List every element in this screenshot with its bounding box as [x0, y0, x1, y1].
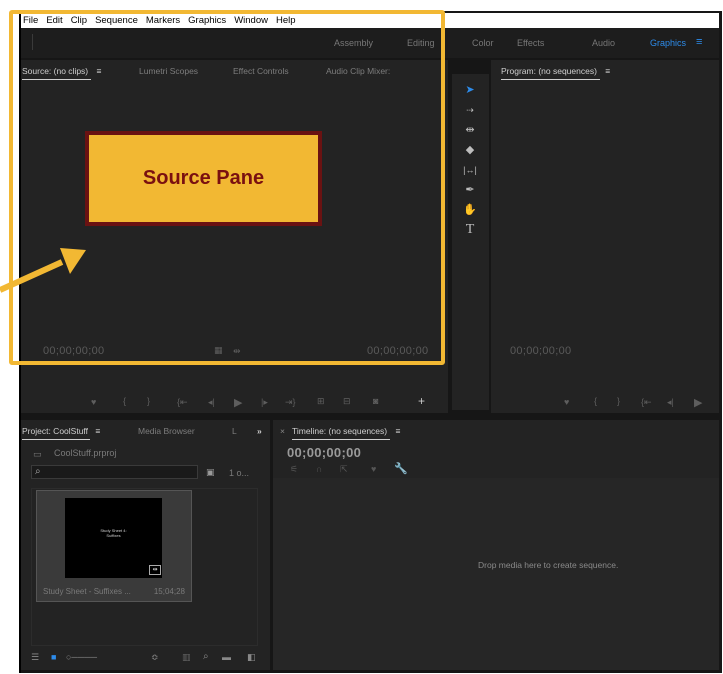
- callout-arrow-icon: [0, 248, 86, 293]
- sort-icon[interactable]: ≎: [151, 652, 159, 663]
- add-button-icon[interactable]: +: [418, 394, 425, 408]
- new-item-icon[interactable]: ◧: [247, 652, 256, 663]
- overwrite-icon[interactable]: ⊟: [343, 396, 351, 407]
- tab-timeline[interactable]: Timeline: (no sequences) ≡: [292, 426, 401, 440]
- workspace-effects[interactable]: Effects: [517, 38, 544, 48]
- export-frame-icon[interactable]: ◙: [373, 396, 378, 406]
- find-icon[interactable]: ⌕: [203, 651, 209, 662]
- program-timecode[interactable]: 00;00;00;00: [510, 345, 571, 357]
- snap-icon[interactable]: ∩: [316, 464, 322, 474]
- timeline-close-icon[interactable]: ×: [280, 426, 285, 436]
- timeline-marker-icon[interactable]: ♥: [371, 464, 376, 474]
- step-forward-icon[interactable]: |▸: [261, 397, 268, 408]
- timeline-timecode[interactable]: 00;00;00;00: [287, 445, 361, 460]
- list-view-icon[interactable]: ☰: [31, 652, 39, 663]
- item-count: 1 o...: [229, 468, 250, 478]
- new-folder-icon[interactable]: ▬: [222, 652, 231, 662]
- workspace-graphics[interactable]: Graphics: [650, 38, 686, 48]
- project-file-name: CoolStuff.prproj: [54, 448, 117, 458]
- new-bin-icon[interactable]: ▣: [206, 467, 215, 478]
- program-step-back-icon[interactable]: ◂|: [667, 397, 674, 408]
- program-mark-in-icon[interactable]: {: [594, 396, 597, 406]
- hand-tool-icon[interactable]: ✋: [462, 202, 478, 218]
- selection-tool-icon[interactable]: ➤: [462, 82, 478, 98]
- program-panel-menu-icon[interactable]: ≡: [605, 66, 610, 76]
- program-add-marker-icon[interactable]: ♥: [564, 397, 569, 407]
- ripple-edit-tool-icon[interactable]: ⇹: [462, 122, 478, 138]
- menu-bar-fill: [446, 13, 719, 28]
- zoom-slider[interactable]: ○────: [66, 652, 97, 662]
- source-pane-callout: Source Pane: [85, 131, 322, 226]
- timeline-panel: × Timeline: (no sequences) ≡ 00;00;00;00…: [273, 420, 719, 670]
- icon-view-icon[interactable]: ■: [51, 652, 56, 662]
- clip-preview-text: Study Sheet 4: Suffixes: [100, 528, 127, 538]
- source-pane-callout-label: Source Pane: [142, 167, 265, 189]
- tab-program[interactable]: Program: (no sequences) ≡: [501, 66, 610, 80]
- timeline-panel-menu-icon[interactable]: ≡: [396, 426, 401, 436]
- razor-tool-icon[interactable]: ◆: [462, 142, 478, 158]
- clip-duration: 15;04;28: [153, 587, 185, 596]
- tab-libraries[interactable]: L: [232, 426, 237, 436]
- tab-media-browser[interactable]: Media Browser: [138, 426, 195, 436]
- workspace-color[interactable]: Color: [472, 38, 494, 48]
- mark-out-icon[interactable]: }: [147, 396, 150, 406]
- slip-tool-icon[interactable]: |↔|: [462, 162, 478, 178]
- search-input[interactable]: ⌕: [31, 465, 198, 479]
- timeline-drop-area[interactable]: Drop media here to create sequence.: [273, 478, 719, 670]
- go-to-in-icon[interactable]: {⇤: [177, 397, 188, 408]
- clip-name: Study Sheet - Suffixes ...: [43, 587, 131, 596]
- play-icon[interactable]: ▶: [234, 396, 242, 409]
- tab-project[interactable]: Project: CoolStuff ≡: [22, 426, 100, 440]
- workspace-audio[interactable]: Audio: [592, 38, 615, 48]
- clip-type-icon: ⇹: [149, 565, 161, 575]
- nest-icon[interactable]: ⚟: [290, 464, 298, 475]
- search-icon: ⌕: [35, 466, 41, 477]
- pen-tool-icon[interactable]: ✒: [462, 182, 478, 198]
- overflow-tabs-icon[interactable]: »: [257, 426, 262, 436]
- program-play-icon[interactable]: ▶: [694, 396, 702, 409]
- program-mark-out-icon[interactable]: }: [617, 396, 620, 406]
- track-select-tool-icon[interactable]: ⇢: [462, 102, 478, 118]
- go-to-out-icon[interactable]: ⇥}: [285, 397, 296, 408]
- linked-selection-icon[interactable]: ⇱: [340, 464, 348, 475]
- wrench-icon[interactable]: 🔧: [394, 462, 408, 475]
- project-panel-menu-icon[interactable]: ≡: [95, 426, 100, 436]
- step-back-icon[interactable]: ◂|: [208, 397, 215, 408]
- clip-preview: Study Sheet 4: Suffixes: [65, 498, 162, 578]
- automate-icon[interactable]: ▥: [182, 652, 191, 663]
- program-panel: Program: (no sequences) ≡ 00;00;00;00 ♥ …: [491, 60, 719, 413]
- clip-thumbnail[interactable]: Study Sheet 4: Suffixes ⇹ Study Sheet - …: [36, 490, 192, 602]
- mark-in-icon[interactable]: {: [123, 396, 126, 406]
- program-go-to-in-icon[interactable]: {⇤: [641, 397, 652, 408]
- insert-clip-icon[interactable]: ⊞: [317, 396, 325, 407]
- workspace-menu-icon[interactable]: ≡: [696, 36, 702, 48]
- project-file-icon: ▭: [33, 449, 42, 459]
- add-marker-icon[interactable]: ♥: [91, 397, 96, 407]
- type-tool-icon[interactable]: T: [462, 222, 478, 238]
- timeline-empty-hint: Drop media here to create sequence.: [478, 560, 619, 570]
- tools-panel: ➤ ⇢ ⇹ ◆ |↔| ✒ ✋ T: [452, 74, 489, 410]
